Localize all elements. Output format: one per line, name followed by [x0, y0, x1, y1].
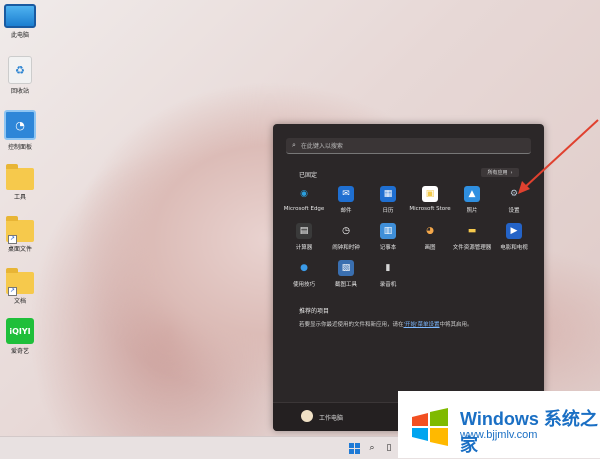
desktop-icon-folder-3[interactable]: ↗ 文档: [2, 268, 38, 305]
desktop-icon-iqiyi[interactable]: iQIYI 爱奇艺: [2, 318, 38, 355]
pinned-app-calendar[interactable]: ▦ 日历: [367, 186, 409, 214]
iqiyi-logo-icon: iQIYI: [6, 318, 34, 344]
file-explorer-icon: ▬: [467, 226, 477, 236]
pinned-app-label: 文件资源管理器: [452, 245, 492, 251]
edge-icon: ◉: [300, 189, 308, 199]
desktop-icon-this-pc[interactable]: 此电脑: [2, 4, 38, 39]
taskbar-search-icon[interactable]: ⌕: [366, 442, 378, 454]
photos-icon: ▲: [464, 186, 480, 202]
notepad-icon: ▥: [380, 223, 396, 239]
desktop-icon-folder-1[interactable]: 工具: [2, 164, 38, 201]
desktop-icon-label: 工具: [13, 194, 26, 201]
folder-icon: [6, 164, 34, 190]
snipping-tool-icon: ▧: [338, 260, 354, 276]
all-apps-button[interactable]: 所有应用 ›: [481, 168, 519, 177]
pinned-app-settings-gear[interactable]: ⚙ 设置: [493, 186, 535, 214]
search-icon: ⌕: [292, 141, 296, 149]
alarm-clock-icon: ◷: [342, 226, 350, 236]
desktop-icon-label: 爱奇艺: [10, 348, 29, 355]
search-placeholder: 在此键入以搜索: [300, 143, 343, 150]
recycle-bin-icon: ♻: [8, 56, 32, 84]
pinned-app-snipping-tool[interactable]: ▧ 截图工具: [325, 260, 367, 288]
pinned-app-label: 记事本: [379, 245, 397, 251]
shortcut-arrow-icon: ↗: [8, 287, 17, 296]
pinned-app-label: 电影和电视: [500, 245, 528, 251]
user-avatar[interactable]: [301, 410, 313, 422]
tips-icon: ●: [300, 263, 308, 273]
pinned-app-label: 画图: [424, 245, 436, 251]
shortcut-arrow-icon: ↗: [8, 235, 17, 244]
calendar-icon: ▦: [380, 186, 396, 202]
desktop-icon-label: 回收站: [10, 88, 29, 95]
desktop-icon-label: 控制面板: [7, 144, 32, 151]
pinned-app-calculator[interactable]: ▤ 计算器: [283, 223, 325, 251]
desktop-icon-recycle-bin[interactable]: ♻ 回收站: [2, 56, 38, 95]
pinned-app-label: Microsoft Edge: [283, 206, 325, 212]
start-menu: ⌕ 在此键入以搜索 已固定 所有应用 › ◉ Microsoft Edge ✉ 邮件 ▦…: [273, 124, 544, 431]
pinned-apps-grid: ◉ Microsoft Edge ✉ 邮件 ▦ 日历 ▣ Microsoft Store ▲ 照片…: [283, 186, 535, 288]
pinned-app-label: 计算器: [295, 245, 313, 251]
all-apps-label: 所有应用: [487, 170, 508, 176]
pinned-app-label: Microsoft Store: [409, 206, 451, 212]
start-button[interactable]: [348, 442, 360, 454]
pinned-app-file-explorer[interactable]: ▬ 文件资源管理器: [451, 223, 493, 251]
pinned-app-label: 使用技巧: [292, 282, 315, 288]
paint-icon: ◕: [426, 226, 434, 236]
pinned-app-edge[interactable]: ◉ Microsoft Edge: [283, 186, 325, 214]
pinned-app-label: 设置: [508, 208, 520, 214]
watermark: Windows 系统之家 www.bjjmlv.com: [398, 391, 600, 458]
movies-tv-icon: ▶: [506, 223, 522, 239]
desktop-icon-label: 此电脑: [10, 32, 29, 39]
monitor-icon: [4, 4, 36, 28]
pinned-app-store[interactable]: ▣ Microsoft Store: [409, 186, 451, 214]
recommended-empty-text: 若要显示你最近使用的文件和新应用，请在'开始'菜单设置中将其启用。: [299, 322, 473, 328]
pinned-app-alarm-clock[interactable]: ◷ 闹钟和时钟: [325, 223, 367, 251]
pinned-app-notepad[interactable]: ▥ 记事本: [367, 223, 409, 251]
watermark-url: www.bjjmlv.com: [460, 429, 538, 441]
pinned-app-tips[interactable]: ● 使用技巧: [283, 260, 325, 288]
user-name[interactable]: 工作电脑: [319, 413, 343, 422]
recommended-section-title: 推荐的项目: [299, 308, 330, 315]
pinned-app-photos[interactable]: ▲ 照片: [451, 186, 493, 214]
pinned-app-voice-recorder[interactable]: ▮ 录音机: [367, 260, 409, 288]
pinned-app-label: 录音机: [379, 282, 397, 288]
pinned-app-movies-tv[interactable]: ▶ 电影和电视: [493, 223, 535, 251]
desktop-icon-label: 桌面文件: [7, 246, 32, 253]
voice-recorder-icon: ▮: [385, 263, 391, 273]
windows-logo-icon: [412, 408, 448, 446]
pinned-app-mail[interactable]: ✉ 邮件: [325, 186, 367, 214]
pinned-app-label: 截图工具: [334, 282, 357, 288]
folder-icon: ↗: [6, 268, 34, 296]
pinned-app-label: 闹钟和时钟: [332, 245, 360, 251]
pinned-app-paint[interactable]: ◕ 画图: [409, 223, 451, 251]
desktop-icon-control-panel[interactable]: ◔ 控制面板: [2, 110, 38, 151]
task-view-icon[interactable]: ▯: [383, 442, 395, 454]
start-settings-link[interactable]: '开始'菜单设置: [404, 322, 440, 328]
pinned-app-label: 邮件: [340, 208, 352, 214]
calculator-icon: ▤: [296, 223, 312, 239]
pinned-app-label: 日历: [382, 208, 394, 214]
pinned-app-label: 照片: [466, 208, 478, 214]
control-panel-icon: ◔: [4, 110, 36, 140]
search-input[interactable]: ⌕ 在此键入以搜索: [286, 138, 531, 154]
desktop-icon-label: 文档: [13, 298, 26, 305]
mail-icon: ✉: [338, 186, 354, 202]
settings-gear-icon: ⚙: [509, 189, 519, 199]
store-icon: ▣: [422, 186, 438, 202]
chevron-right-icon: ›: [510, 169, 513, 176]
folder-icon: ↗: [6, 216, 34, 244]
desktop-icon-folder-2[interactable]: ↗ 桌面文件: [2, 216, 38, 253]
pinned-section-title: 已固定: [299, 172, 318, 179]
